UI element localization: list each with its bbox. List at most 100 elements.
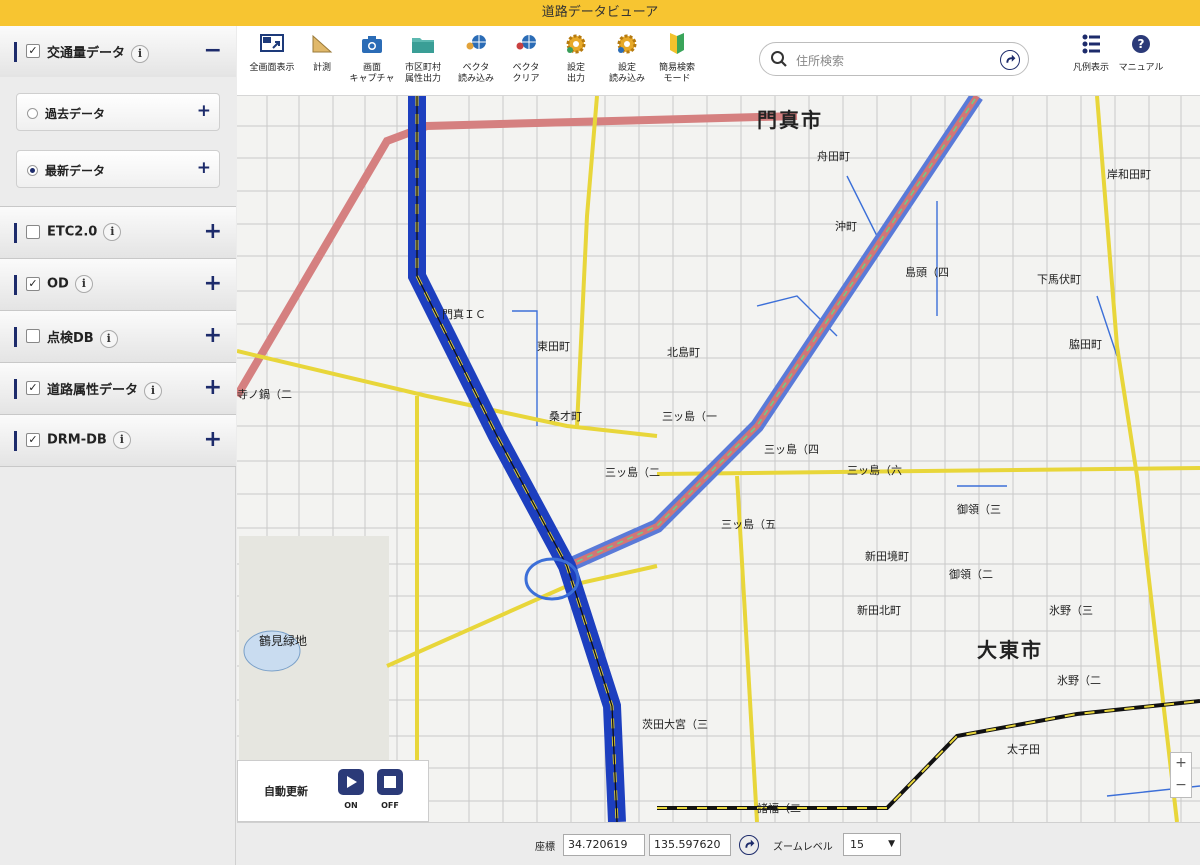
settings-export-button[interactable]: 設定 出力 (548, 32, 604, 85)
zoom-in-button[interactable]: + (1171, 753, 1191, 775)
vector-clear-icon (516, 35, 536, 50)
map-label: 氷野（二 (1057, 674, 1101, 687)
map-zoom-control[interactable]: + − (1170, 752, 1192, 798)
legend-button[interactable]: 凡例表示 (1063, 32, 1119, 74)
auto-update-off-button[interactable] (377, 769, 403, 795)
section-accent-bar (14, 327, 17, 347)
search-go-icon[interactable] (1000, 50, 1020, 70)
map-label: 新田北町 (857, 604, 901, 617)
vector-load-icon (466, 35, 486, 50)
expand-icon[interactable]: + (204, 271, 222, 296)
section-drm-db[interactable]: ✓ DRM-DB i + (0, 415, 236, 467)
coord-go-icon[interactable] (739, 835, 759, 855)
expand-icon[interactable]: + (197, 158, 211, 178)
address-search-box[interactable]: 住所検索 (759, 42, 1029, 76)
section-etc20[interactable]: ETC2.0 i + (0, 207, 236, 259)
help-icon: ? (1132, 35, 1150, 53)
tool-label-2: 読み込み (457, 74, 494, 84)
vector-load-button[interactable]: ベクタ 読み込み (448, 32, 504, 85)
tool-label: 全画面表示 (249, 63, 295, 73)
past-data-radio[interactable] (27, 108, 38, 119)
section-accent-bar (14, 223, 17, 243)
inspection-db-checkbox[interactable] (26, 329, 40, 343)
expand-icon[interactable]: + (204, 375, 222, 400)
folder-icon (412, 38, 434, 53)
map-label: 三ッ島（六 (847, 464, 902, 477)
section-od[interactable]: ✓ OD i + (0, 259, 236, 311)
settings-import-button[interactable]: 設定 読み込み (599, 32, 655, 85)
info-icon[interactable]: i (74, 275, 93, 293)
zoom-level-select[interactable]: 15 ▼ (843, 833, 901, 856)
gear-export-icon (566, 34, 586, 54)
info-icon[interactable]: i (99, 329, 118, 348)
latitude-field[interactable]: 34.720619 (563, 834, 645, 856)
simple-search-mode-button[interactable]: 簡易検索 モード (649, 32, 705, 85)
sub-item-label: 最新データ (45, 164, 106, 178)
chevron-down-icon: ▼ (888, 839, 895, 849)
section-inspection-db[interactable]: 点検DB i + (0, 311, 236, 363)
park-label-tsurumi: 鶴見緑地 (259, 634, 308, 648)
map-canvas[interactable] (237, 96, 1200, 822)
info-icon[interactable]: i (131, 44, 150, 63)
longitude-field[interactable]: 135.597620 (649, 834, 731, 856)
gear-import-icon (617, 34, 637, 54)
tool-label-2: キャプチャ (349, 74, 395, 84)
map-label: 三ッ島（一 (662, 410, 717, 423)
fullscreen-button[interactable]: 全画面表示 (244, 32, 300, 74)
tool-label: 計測 (312, 63, 331, 73)
layer-sidebar: ✓ 交通量データ i − 過去データ + 最新データ + ETC2.0 i + ✓ … (0, 26, 236, 865)
section-label: OD (47, 276, 69, 292)
coord-label: 座標 (535, 842, 555, 853)
fullscreen-icon (260, 34, 284, 52)
tool-label-2: 読み込み (608, 74, 645, 84)
collapse-icon[interactable]: − (204, 38, 222, 63)
section-accent-bar (14, 42, 17, 62)
map-label: 太子田 (1007, 743, 1040, 756)
status-bar: 座標 34.720619 135.597620 ズームレベル 15 ▼ (237, 822, 1200, 865)
expand-icon[interactable]: + (204, 323, 222, 348)
tool-label: 設定 (566, 63, 585, 73)
vector-clear-button[interactable]: ベクタ クリア (498, 32, 554, 85)
measure-button[interactable]: 計測 (294, 32, 350, 74)
map-label: 脇田町 (1069, 338, 1102, 351)
map-label: 舟田町 (817, 150, 850, 163)
latest-data-radio[interactable] (27, 165, 38, 176)
sub-item-past-data[interactable]: 過去データ + (16, 93, 220, 131)
tool-label: 簡易検索 (658, 63, 695, 73)
etc20-checkbox[interactable] (26, 225, 40, 239)
map-label: 北島町 (667, 346, 700, 359)
city-label-daito: 大東市 (977, 638, 1043, 662)
info-icon[interactable]: i (144, 381, 163, 400)
municipality-export-button[interactable]: 市区町村 属性出力 (395, 32, 451, 85)
traffic-volume-checkbox[interactable]: ✓ (26, 44, 40, 58)
drm-db-checkbox[interactable]: ✓ (26, 433, 40, 447)
play-icon (347, 776, 357, 788)
search-input[interactable]: 住所検索 (796, 52, 844, 69)
auto-update-on-button[interactable] (338, 769, 364, 795)
road-attribute-checkbox[interactable]: ✓ (26, 381, 40, 395)
zoom-out-button[interactable]: − (1171, 775, 1191, 797)
section-accent-bar (14, 275, 17, 295)
traffic-volume-subpanel: 過去データ + 最新データ + (0, 77, 236, 207)
expand-icon[interactable]: + (204, 219, 222, 244)
section-label: 交通量データ (47, 46, 126, 61)
search-icon (771, 51, 787, 67)
section-traffic-volume[interactable]: ✓ 交通量データ i − (0, 26, 236, 78)
map-label: 御領（二 (949, 568, 993, 581)
section-road-attribute[interactable]: ✓ 道路属性データ i + (0, 363, 236, 415)
expand-icon[interactable]: + (204, 427, 222, 452)
info-icon[interactable]: i (103, 223, 122, 241)
manual-button[interactable]: ? マニュアル (1113, 32, 1169, 74)
od-checkbox[interactable]: ✓ (26, 277, 40, 291)
section-label: DRM-DB (47, 432, 107, 448)
info-icon[interactable]: i (112, 431, 131, 449)
screen-capture-button[interactable]: 画面 キャプチャ (344, 32, 400, 85)
map-view[interactable]: 門真市 大東市 鶴見緑地 三ッ島（四 三ッ島（五 三ッ島（六 三ッ島（二 三ッ島… (237, 96, 1200, 822)
expand-icon[interactable]: + (197, 101, 211, 121)
map-label: 下馬伏町 (1037, 273, 1081, 286)
auto-update-label: 自動更新 (264, 785, 308, 798)
legend-list-icon (1082, 34, 1100, 54)
section-accent-bar (14, 379, 17, 399)
map-toolbar: 全画面表示 計測 画面 キャプチャ 市区町村 属性出力 ベクタ 読み込み ベクタ… (237, 26, 1200, 96)
sub-item-latest-data[interactable]: 最新データ + (16, 150, 220, 188)
